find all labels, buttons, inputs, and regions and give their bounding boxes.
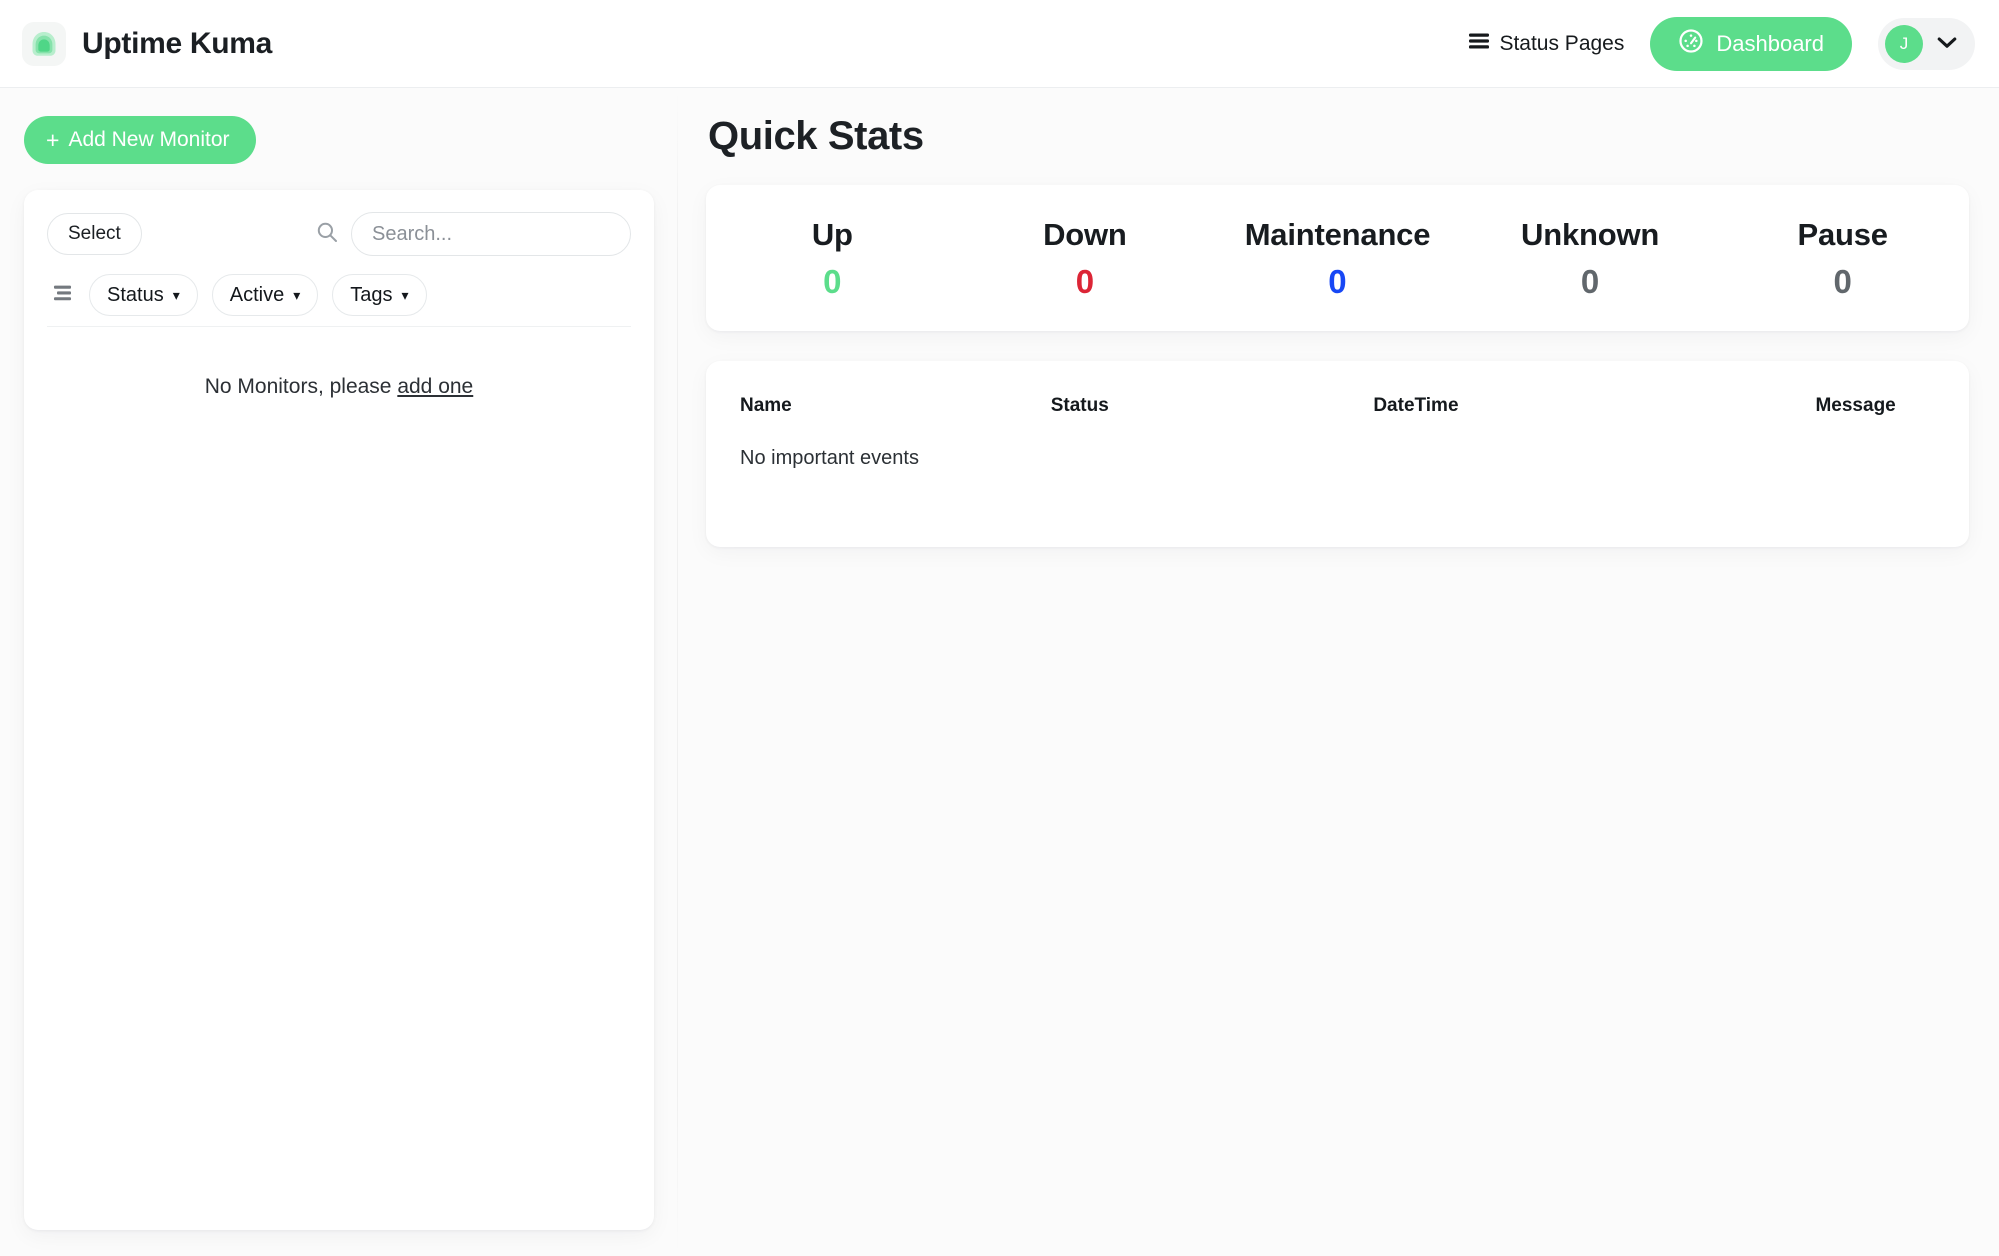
page-body: + Add New Monitor Select bbox=[0, 88, 1999, 1256]
filter-chip-status-label: Status bbox=[107, 284, 164, 307]
stat-value-up: 0 bbox=[706, 263, 959, 301]
header-actions: Status Pages Dashboard J bbox=[1468, 17, 1975, 71]
stat-value-down: 0 bbox=[959, 263, 1212, 301]
main-content: Quick Stats Up 0 Down 0 Maintenance 0 Un… bbox=[678, 88, 1999, 1256]
column-header-message: Message bbox=[1815, 395, 1935, 447]
filter-sort-icon[interactable] bbox=[53, 284, 75, 307]
monitor-list-card: Select bbox=[24, 190, 654, 1230]
speedometer-icon bbox=[1678, 28, 1704, 60]
important-events-table: Name Status DateTime Message No importan… bbox=[740, 395, 1935, 470]
table-row: No important events bbox=[740, 447, 1935, 470]
search-group bbox=[315, 212, 631, 256]
search-icon[interactable] bbox=[315, 220, 339, 249]
stat-cell-unknown: Unknown 0 bbox=[1464, 217, 1717, 301]
monitor-list-empty-state: No Monitors, please add one bbox=[24, 341, 654, 399]
quick-stats-panel: Up 0 Down 0 Maintenance 0 Unknown 0 Paus… bbox=[706, 185, 1969, 331]
add-new-monitor-button[interactable]: + Add New Monitor bbox=[24, 116, 256, 164]
chevron-down-icon: ▾ bbox=[293, 288, 300, 302]
dashboard-label: Dashboard bbox=[1716, 31, 1824, 57]
stat-label-unknown: Unknown bbox=[1464, 217, 1717, 253]
monitor-sidebar: + Add New Monitor Select bbox=[0, 88, 678, 1256]
stat-label-up: Up bbox=[706, 217, 959, 253]
stat-value-unknown: 0 bbox=[1464, 263, 1717, 301]
add-one-link[interactable]: add one bbox=[397, 375, 473, 398]
user-menu-button[interactable]: J bbox=[1878, 18, 1975, 70]
stat-label-maintenance: Maintenance bbox=[1211, 217, 1464, 253]
monitor-filter-area: Select bbox=[24, 190, 654, 341]
stat-cell-up: Up 0 bbox=[706, 217, 959, 301]
stat-cell-down: Down 0 bbox=[959, 217, 1212, 301]
list-lines-icon bbox=[1468, 32, 1490, 56]
column-header-status: Status bbox=[1051, 395, 1374, 447]
status-pages-link[interactable]: Status Pages bbox=[1468, 32, 1624, 56]
stat-cell-maintenance: Maintenance 0 bbox=[1211, 217, 1464, 301]
column-header-datetime: DateTime bbox=[1373, 395, 1815, 447]
chevron-down-icon: ▾ bbox=[401, 288, 408, 302]
filter-chip-status[interactable]: Status ▾ bbox=[89, 274, 198, 316]
filter-chip-tags[interactable]: Tags ▾ bbox=[332, 274, 426, 316]
events-empty-text: No important events bbox=[740, 447, 1935, 470]
stat-label-pause: Pause bbox=[1716, 217, 1969, 253]
stat-cell-pause: Pause 0 bbox=[1716, 217, 1969, 301]
search-input[interactable] bbox=[351, 212, 631, 256]
filter-chip-active[interactable]: Active ▾ bbox=[212, 274, 319, 316]
chevron-down-icon bbox=[1937, 36, 1957, 52]
uptime-kuma-bear-logo-icon bbox=[22, 22, 66, 66]
filter-chip-active-label: Active bbox=[230, 284, 284, 307]
stat-label-down: Down bbox=[959, 217, 1212, 253]
column-header-name: Name bbox=[740, 395, 1051, 447]
monitor-list-empty-text: No Monitors, please bbox=[205, 375, 398, 398]
page-title: Quick Stats bbox=[708, 114, 1969, 159]
important-events-panel: Name Status DateTime Message No importan… bbox=[706, 361, 1969, 547]
brand-title: Uptime Kuma bbox=[82, 27, 272, 61]
status-pages-label: Status Pages bbox=[1499, 32, 1624, 56]
select-button[interactable]: Select bbox=[47, 213, 142, 255]
filter-row-secondary: Status ▾ Active ▾ Tags ▾ bbox=[47, 274, 631, 316]
avatar: J bbox=[1885, 25, 1923, 63]
filter-divider bbox=[47, 326, 631, 327]
stat-value-pause: 0 bbox=[1716, 263, 1969, 301]
dashboard-button[interactable]: Dashboard bbox=[1650, 17, 1852, 71]
add-new-monitor-label: Add New Monitor bbox=[68, 128, 229, 152]
app-header: Uptime Kuma Status Pages bbox=[0, 0, 1999, 88]
chevron-down-icon: ▾ bbox=[173, 288, 180, 302]
plus-icon: + bbox=[46, 129, 59, 152]
filter-chip-tags-label: Tags bbox=[350, 284, 392, 307]
stat-value-maintenance: 0 bbox=[1211, 263, 1464, 301]
table-header-row: Name Status DateTime Message bbox=[740, 395, 1935, 447]
brand-home-link[interactable]: Uptime Kuma bbox=[22, 22, 272, 66]
filter-row-primary: Select bbox=[47, 212, 631, 256]
